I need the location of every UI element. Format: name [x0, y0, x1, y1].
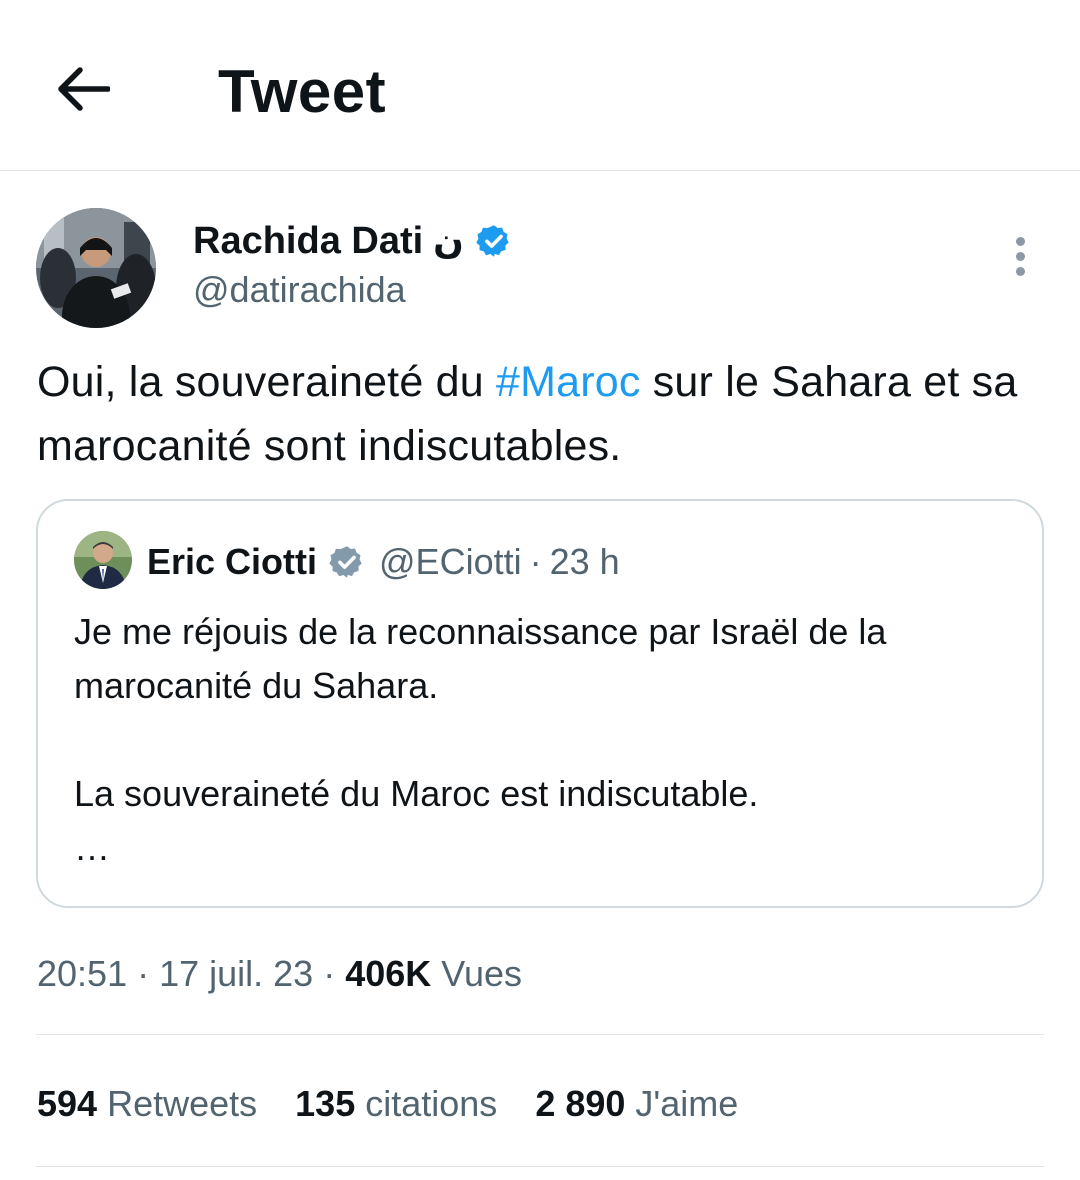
quote-paragraph: La souveraineté du Maroc est indiscutabl…	[74, 773, 759, 814]
tweet-meta: 20:51 · 17 juil. 23 · 406K Vues	[37, 948, 522, 1000]
likes-label: J'aime	[635, 1083, 739, 1124]
views-count: 406K	[345, 953, 432, 994]
tweet-date: 17 juil. 23	[159, 953, 314, 994]
verified-badge-icon	[476, 225, 509, 257]
quote-author-avatar[interactable]	[74, 531, 132, 589]
stat-likes[interactable]: 2 890 J'aime	[535, 1078, 738, 1130]
top-bar: Tweet	[0, 0, 1080, 171]
quotes-count: 135	[295, 1083, 356, 1124]
back-button[interactable]	[50, 58, 116, 120]
meta-separator: ·	[127, 953, 160, 994]
stat-quotes[interactable]: 135 citations	[295, 1078, 497, 1130]
tweet-text-before: Oui, la souveraineté du	[37, 358, 496, 406]
views-label: Vues	[441, 953, 522, 994]
divider	[36, 1166, 1044, 1167]
likes-count: 2 890	[535, 1083, 626, 1124]
quote-avatar-photo	[74, 531, 132, 589]
quote-ellipsis: …	[74, 827, 110, 868]
divider	[36, 1034, 1044, 1035]
engagement-stats: 594 Retweets 135 citations 2 890 J'aime	[37, 1078, 776, 1130]
author-name-suffix: ن	[433, 220, 464, 261]
avatar-photo	[36, 208, 156, 328]
dot-icon	[1015, 236, 1025, 246]
page-title: Tweet	[218, 58, 387, 125]
quotes-label: citations	[365, 1083, 498, 1124]
quote-author-handle: @ECiotti	[379, 541, 522, 582]
quote-text: Je me réjouis de la reconnaissance par I…	[74, 605, 1014, 875]
retweets-label: Retweets	[107, 1083, 258, 1124]
author-name-row[interactable]: Rachida Dati ن	[193, 216, 512, 266]
quote-header: Eric Ciotti @ECiotti · 23 h	[147, 538, 620, 586]
retweets-count: 594	[37, 1083, 98, 1124]
tweet-text: Oui, la souveraineté du #Maroc sur le Sa…	[37, 350, 1047, 478]
hashtag-link[interactable]: #Maroc	[496, 358, 641, 406]
quote-paragraph: Je me réjouis de la reconnaissance par I…	[74, 611, 887, 706]
quote-timestamp: 23 h	[549, 541, 620, 582]
quote-separator: ·	[529, 541, 542, 582]
dot-icon	[1015, 266, 1025, 276]
author-name[interactable]: Rachida Dati	[193, 220, 423, 263]
author-handle[interactable]: @datirachida	[193, 266, 406, 314]
arrow-left-icon	[58, 67, 110, 111]
dot-icon	[1015, 251, 1025, 261]
tweet-time: 20:51	[37, 953, 128, 994]
meta-separator: ·	[313, 953, 346, 994]
author-avatar[interactable]	[36, 208, 156, 328]
stat-retweets[interactable]: 594 Retweets	[37, 1078, 257, 1130]
gray-verified-badge-icon	[329, 546, 362, 578]
more-options-button[interactable]	[1000, 232, 1040, 280]
quote-author-name: Eric Ciotti	[147, 541, 318, 582]
quoted-tweet-card[interactable]: Eric Ciotti @ECiotti · 23 h Je me réjoui…	[36, 499, 1044, 908]
